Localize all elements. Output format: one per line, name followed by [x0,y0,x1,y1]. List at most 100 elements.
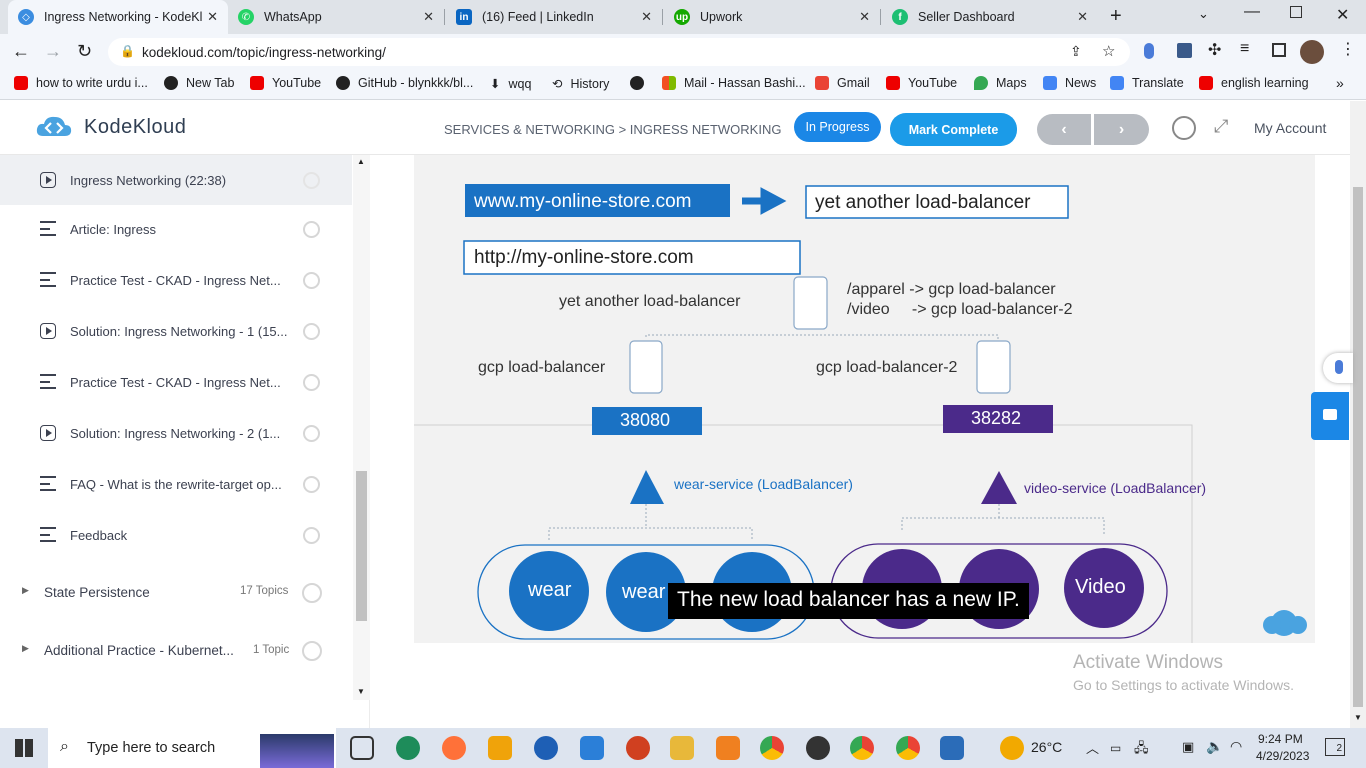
app-icon[interactable] [626,736,650,760]
lesson-item[interactable]: Practice Test - CKAD - Ingress Net... [0,357,352,407]
edge-icon[interactable] [396,736,420,760]
tab-kodekloud[interactable]: ◇ Ingress Networking - KodeKl ✕ [8,0,228,34]
display-icon[interactable]: ▣ [1182,739,1194,755]
completion-circle[interactable] [303,424,320,442]
chat-button[interactable] [1311,392,1349,440]
address-bar[interactable]: 🔒 kodekloud.com/topic/ingress-networking… [108,38,1130,66]
windows-start-icon[interactable] [15,739,33,757]
completion-circle[interactable] [302,641,322,661]
lesson-item[interactable]: Article: Ingress [0,204,352,254]
video-player[interactable]: www.my-online-store.com yet another load… [414,155,1315,643]
volume-icon[interactable]: 🔈 [1206,738,1223,755]
new-tab-icon[interactable]: + [1110,5,1122,28]
avatar[interactable] [1300,40,1324,64]
weather-temperature[interactable]: 26°C [1031,739,1062,755]
completion-circle[interactable] [303,475,320,493]
extension-download-icon[interactable] [1177,43,1192,58]
chevron-up-icon[interactable]: ︿ [1086,738,1099,757]
settings-app-icon[interactable] [716,736,740,760]
bookmark-item[interactable]: GitHub - blynkkk/bl... [336,76,473,90]
close-icon[interactable]: ✕ [1077,9,1088,25]
next-lesson-button[interactable]: › [1094,114,1149,145]
completion-circle[interactable] [303,322,320,340]
fullscreen-icon[interactable]: ⤢ [1214,116,1228,137]
minimize-icon[interactable]: — [1244,3,1260,21]
media-control-icon[interactable]: ≡ [1240,40,1249,58]
reload-icon[interactable]: ↻ [77,41,92,62]
bookmark-item[interactable]: ⬇ wqq [490,76,531,92]
bookmark-item[interactable]: YouTube [250,76,321,90]
chrome-profile-icon[interactable] [896,736,920,760]
photos-icon[interactable] [940,736,964,760]
chevron-down-icon[interactable]: ⌄ [1198,6,1209,22]
file-explorer-icon[interactable] [670,736,694,760]
section-additional-practice[interactable]: ▶ Additional Practice - Kubernet... 1 To… [0,631,352,671]
lesson-item[interactable]: Practice Test - CKAD - Ingress Net... [0,255,352,305]
scrollbar-thumb[interactable] [356,471,367,621]
close-icon[interactable]: ✕ [423,9,434,25]
close-icon[interactable]: ✕ [207,9,218,25]
firefox-icon[interactable] [442,736,466,760]
more-menu-icon[interactable]: ⋮ [1340,39,1356,59]
forward-icon[interactable]: → [44,41,62,62]
completion-circle[interactable] [303,373,320,391]
more-bookmarks-icon[interactable]: » [1336,75,1344,91]
close-icon[interactable]: ✕ [641,9,652,25]
taskbar-search[interactable]: ⌕ Type here to search [48,728,336,768]
close-window-icon[interactable]: ✕ [1336,5,1349,25]
share-icon[interactable]: ⇪ [1070,43,1082,60]
completion-circle[interactable] [302,583,322,603]
my-account-link[interactable]: My Account [1254,120,1326,136]
star-icon[interactable]: ☆ [1102,42,1115,60]
chrome-icon[interactable] [760,736,784,760]
tab-upwork[interactable]: up Upwork ✕ [664,0,881,34]
lesson-item[interactable]: Feedback [0,510,352,560]
bookmark-item[interactable]: New Tab [164,76,234,90]
tab-linkedin[interactable]: in (16) Feed | LinkedIn ✕ [446,0,663,34]
close-icon[interactable]: ✕ [859,9,870,25]
puzzle-icon[interactable]: ✣ [1208,40,1221,60]
mark-complete-button[interactable]: Mark Complete [890,113,1017,146]
notification-icon[interactable]: 2 [1325,738,1345,756]
tab-seller-dashboard[interactable]: f Seller Dashboard ✕ [882,0,1098,34]
scroll-down-icon[interactable]: ▼ [357,687,365,696]
completion-circle[interactable] [303,171,320,189]
lesson-item[interactable]: Solution: Ingress Networking - 2 (1... [0,408,352,458]
bookmark-item[interactable]: YouTube [886,76,957,90]
bookmark-item[interactable] [630,76,652,90]
network-icon[interactable]: 🖧 [1134,739,1149,761]
battery-icon[interactable]: ▭ [1110,741,1121,755]
page-scrollbar[interactable]: ▼ [1350,101,1366,728]
restore-icon[interactable] [1290,6,1302,18]
section-state-persistence[interactable]: ▶ State Persistence 17 Topics [0,573,352,613]
lesson-item-current[interactable]: Ingress Networking (22:38) [0,155,352,205]
skype-icon[interactable] [534,736,558,760]
microphone-icon[interactable] [1144,43,1154,59]
completion-circle[interactable] [303,220,320,238]
completion-circle[interactable] [303,526,320,544]
clock-date[interactable]: 4/29/2023 [1256,749,1309,763]
camera-app-icon[interactable] [806,736,830,760]
bookmark-item[interactable]: News [1043,76,1096,90]
back-icon[interactable]: ← [12,41,30,62]
clock-time[interactable]: 9:24 PM [1258,732,1303,746]
bookmark-item[interactable]: Mail - Hassan Bashi... [662,76,806,90]
voice-assistant-button[interactable] [1323,353,1353,383]
scroll-up-icon[interactable]: ▲ [357,157,365,166]
scroll-down-icon[interactable]: ▼ [1354,713,1362,722]
bookmark-item[interactable]: Maps [974,76,1027,90]
previous-lesson-button[interactable]: ‹ [1037,114,1091,145]
scrollbar-thumb[interactable] [1353,187,1363,707]
bookmark-item[interactable]: Gmail [815,76,870,90]
chrome-profile-icon[interactable] [850,736,874,760]
lesson-item[interactable]: FAQ - What is the rewrite-target op... [0,459,352,509]
lesson-item[interactable]: Solution: Ingress Networking - 1 (15... [0,306,352,356]
bookmark-item[interactable]: english learning [1199,76,1309,90]
side-panel-icon[interactable] [1272,43,1286,57]
dark-mode-icon[interactable] [1172,116,1196,140]
sidebar-scrollbar[interactable]: ▲ ▼ [353,155,370,700]
tab-whatsapp[interactable]: ✆ WhatsApp ✕ [228,0,445,34]
bookmark-item[interactable]: how to write urdu i... [14,76,148,90]
bookmark-item[interactable]: ⟲ History [552,76,609,92]
wifi-icon[interactable]: ◠ [1230,738,1242,755]
